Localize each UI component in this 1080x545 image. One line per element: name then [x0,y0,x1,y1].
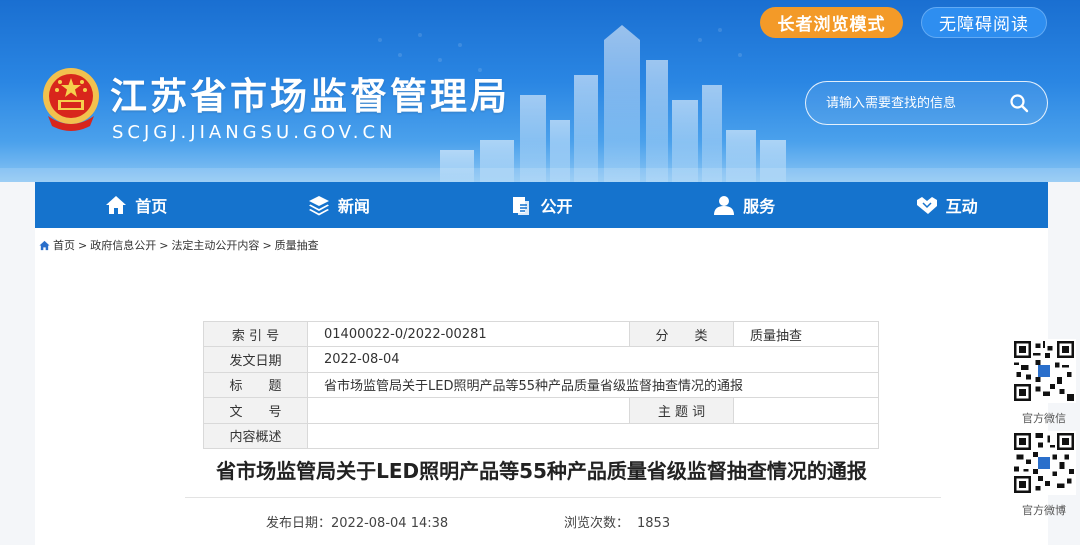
publish-date: 发布日期：2022-08-04 14:38 [266,512,448,531]
nav-item-open[interactable]: 公开 [440,182,643,228]
nav-item-news[interactable]: 新闻 [238,182,441,228]
wechat-label: 官方微信 [1022,412,1066,425]
nav-label-open: 公开 [540,197,573,216]
nav-item-service[interactable]: 服务 [643,182,846,228]
users-icon [714,196,735,215]
nav-label-news: 新闻 [337,197,370,216]
meta-row: 标 题 省市场监管局关于LED照明产品等55种产品质量省级监督抽查情况的通报 [203,371,879,399]
meta-value-keywords [733,397,879,424]
breadcrumb: 首页 > 政府信息公开 > 法定主动公开内容 > 质量抽查 [39,237,319,253]
meta-row: 索 引 号 01400022-0/2022-00281 分 类 质量抽查 [203,320,879,348]
search-icon[interactable] [1009,93,1029,113]
home-icon [106,196,127,214]
meta-label-date: 发文日期 [203,346,308,373]
site-header: 长者浏览模式 无障碍阅读 江苏省市场监督管理局 SCJGJ.JIANGSU.GO… [0,0,1080,182]
document-meta-table: 索 引 号 01400022-0/2022-00281 分 类 质量抽查 发文日… [203,320,879,449]
meta-value-date: 2022-08-04 [307,346,879,373]
publish-date-label: 发布日期： [266,516,332,531]
site-domain: SCJGJ.JIANGSU.GOV.CN [112,122,397,143]
breadcrumb-separator: > [262,238,272,252]
national-emblem-logo [43,68,99,131]
meta-value-title: 省市场监管局关于LED照明产品等55种产品质量省级监督抽查情况的通报 [307,371,879,399]
meta-row: 内容概述 [203,422,879,449]
nav-label-home: 首页 [135,197,168,216]
view-count-value: 1853 [637,516,671,531]
qr-code-icon [1014,433,1074,493]
meta-row: 发文日期 2022-08-04 [203,346,879,373]
meta-row: 文 号 主 题 词 [203,397,879,424]
meta-label-docno: 文 号 [203,397,308,424]
breadcrumb-separator: > [78,238,88,252]
article-title: 省市场监管局关于LED照明产品等55种产品质量省级监督抽查情况的通报 [216,459,867,483]
wechat-qr-code[interactable] [1012,339,1076,403]
open-file-icon [513,197,530,215]
nav-item-home[interactable]: 首页 [35,182,238,228]
layers-icon [308,196,329,216]
nav-label-interact: 互动 [945,197,978,216]
meta-value-category: 质量抽查 [733,320,879,348]
meta-label-keywords: 主 题 词 [629,397,734,424]
meta-label-category: 分 类 [629,320,734,348]
main-nav: 首页 新闻 公开 服务 互动 [35,182,1048,228]
breadcrumb-link-home[interactable]: 首页 [53,237,75,253]
publish-date-value: 2022-08-04 14:38 [331,516,449,531]
title-divider [185,497,941,498]
view-count: 浏览次数： 1853 [564,512,670,531]
main-content: 首页 > 政府信息公开 > 法定主动公开内容 > 质量抽查 索 引 号 0140… [35,228,1048,545]
nav-label-service: 服务 [743,197,776,216]
view-count-label: 浏览次数： [564,516,630,531]
weibo-label: 官方微博 [1022,504,1066,517]
elder-mode-button[interactable]: 长者浏览模式 [760,7,903,38]
breadcrumb-separator: > [159,238,169,252]
weibo-qr-code[interactable] [1012,431,1076,495]
meta-value-docno [307,397,630,424]
breadcrumb-home-icon [39,240,50,250]
accessible-reading-button[interactable]: 无障碍阅读 [921,7,1047,38]
meta-label-index: 索 引 号 [203,320,308,348]
site-title[interactable]: 江苏省市场监督管理局 [110,66,510,120]
meta-label-title: 标 题 [203,371,308,399]
handshake-icon [916,197,937,214]
meta-value-summary [307,422,879,449]
breadcrumb-link-legal-disclosure[interactable]: 法定主动公开内容 [171,237,259,253]
meta-value-index: 01400022-0/2022-00281 [307,320,630,348]
meta-label-summary: 内容概述 [203,422,308,449]
breadcrumb-link-quality-check[interactable]: 质量抽查 [275,237,319,253]
nav-item-interact[interactable]: 互动 [845,182,1048,228]
qr-code-icon [1014,341,1074,401]
breadcrumb-link-gov-info[interactable]: 政府信息公开 [90,237,156,253]
search-input[interactable] [826,95,1006,111]
search-box [805,81,1048,125]
